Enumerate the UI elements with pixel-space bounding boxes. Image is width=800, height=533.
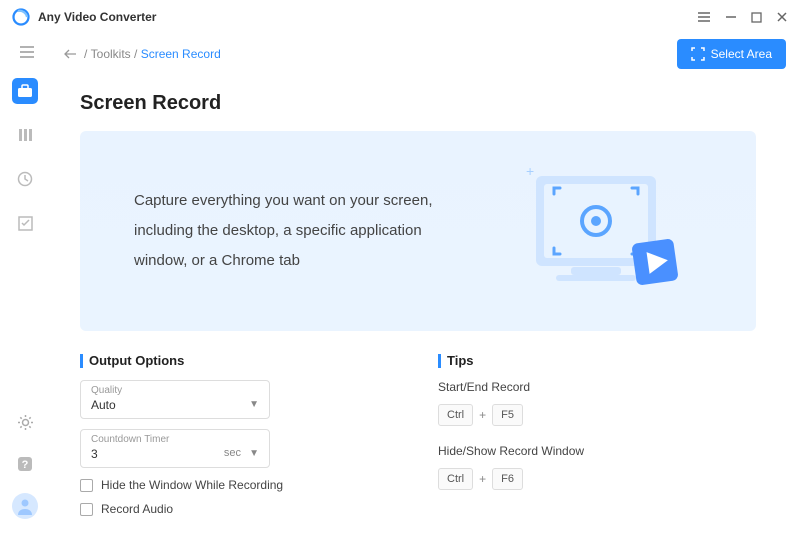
clock-icon: [17, 171, 33, 187]
help-icon: ?: [17, 456, 33, 472]
countdown-select[interactable]: Countdown Timer 3 sec ▼: [80, 429, 270, 468]
breadcrumb: / Toolkits / Screen Record: [84, 47, 221, 61]
select-area-button[interactable]: Select Area: [677, 39, 786, 69]
key-badge: F6: [492, 468, 523, 490]
tip-hide-show-label: Hide/Show Record Window: [438, 444, 756, 458]
countdown-unit: sec: [224, 447, 241, 459]
back-icon[interactable]: [64, 46, 76, 62]
toolbox-icon: [17, 84, 33, 98]
gear-icon: [17, 414, 34, 431]
hamburger-icon[interactable]: [20, 45, 34, 63]
quality-value: Auto: [91, 398, 259, 412]
avatar-icon: [16, 497, 34, 515]
hide-window-checkbox[interactable]: Hide the Window While Recording: [80, 478, 398, 492]
close-icon[interactable]: [776, 10, 788, 24]
tip-hide-show-keys: Ctrl + F6: [438, 468, 756, 490]
key-badge: F5: [492, 404, 523, 426]
tip-start-end-keys: Ctrl + F5: [438, 404, 756, 426]
svg-text:?: ?: [22, 459, 29, 471]
sidebar-item-toolkits[interactable]: [12, 78, 38, 104]
main-content: Screen Record Capture everything you wan…: [50, 74, 786, 533]
sidebar-item-tasks[interactable]: [12, 210, 38, 236]
tips-section: Tips Start/End Record Ctrl + F5 Hide/Sho…: [438, 353, 756, 516]
page-title: Screen Record: [80, 92, 756, 115]
record-audio-label: Record Audio: [101, 502, 173, 516]
sidebar-item-history[interactable]: [12, 166, 38, 192]
key-badge: Ctrl: [438, 468, 473, 490]
menu-icon[interactable]: [697, 10, 711, 24]
select-area-label: Select Area: [711, 47, 772, 61]
select-area-icon: [691, 47, 705, 61]
plus-icon: +: [479, 472, 486, 486]
breadcrumb-current: Screen Record: [141, 47, 221, 61]
hero-banner: Capture everything you want on your scre…: [80, 131, 756, 331]
key-badge: Ctrl: [438, 404, 473, 426]
user-avatar[interactable]: [12, 493, 38, 519]
checkbox-icon: [80, 503, 93, 516]
checkbox-icon: [80, 479, 93, 492]
quality-label: Quality: [91, 385, 259, 396]
tip-start-end-label: Start/End Record: [438, 380, 756, 394]
sidebar-item-library[interactable]: [12, 122, 38, 148]
checklist-icon: [18, 216, 33, 231]
library-icon: [17, 127, 33, 143]
record-audio-checkbox[interactable]: Record Audio: [80, 502, 398, 516]
breadcrumb-root[interactable]: Toolkits: [91, 47, 131, 61]
maximize-icon[interactable]: [751, 10, 762, 24]
quality-select[interactable]: Quality Auto ▼: [80, 380, 270, 419]
minimize-icon[interactable]: [725, 10, 737, 24]
title-bar: Any Video Converter: [0, 0, 800, 34]
hero-text: Capture everything you want on your scre…: [134, 186, 474, 276]
svg-text:+: +: [526, 163, 534, 179]
chevron-down-icon: ▼: [249, 399, 259, 410]
hero-illustration: +: [516, 161, 696, 316]
plus-icon: +: [479, 408, 486, 422]
countdown-label: Countdown Timer: [91, 434, 259, 445]
output-options-section: Output Options Quality Auto ▼ Countdown …: [80, 353, 398, 516]
tips-heading: Tips: [438, 353, 756, 368]
top-bar: / Toolkits / Screen Record Select Area: [0, 34, 800, 74]
output-options-heading: Output Options: [80, 353, 398, 368]
hide-window-label: Hide the Window While Recording: [101, 478, 283, 492]
sidebar: ?: [0, 74, 50, 533]
sidebar-item-help[interactable]: ?: [12, 451, 38, 477]
app-logo-icon: [12, 8, 30, 26]
app-title: Any Video Converter: [38, 10, 156, 24]
sidebar-item-settings[interactable]: [12, 409, 38, 435]
chevron-down-icon: ▼: [249, 448, 259, 459]
